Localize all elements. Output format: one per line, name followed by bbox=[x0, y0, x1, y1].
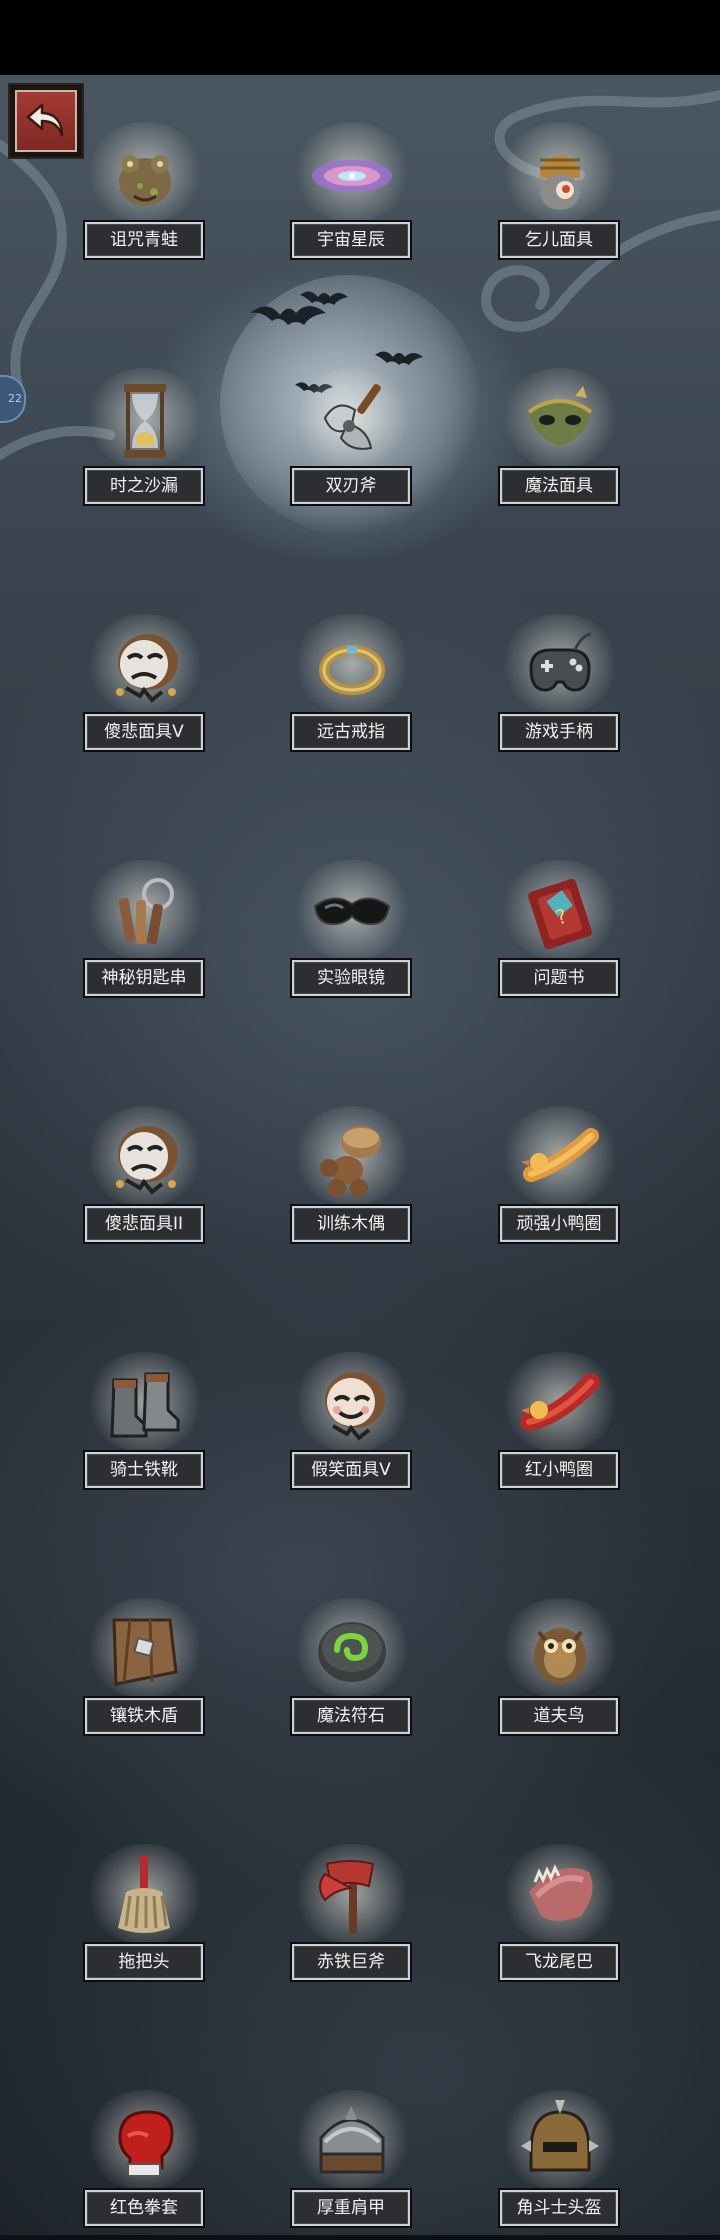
item-label: 骑士铁靴 bbox=[85, 1452, 203, 1488]
item-label: 角斗士头盔 bbox=[500, 2190, 618, 2226]
item-label: 问题书 bbox=[500, 960, 618, 996]
item-slot[interactable]: 远古戒指 bbox=[252, 614, 452, 764]
red-axe-icon bbox=[319, 1860, 375, 1934]
item-slot[interactable]: 时之沙漏 bbox=[45, 368, 245, 518]
double-axe-icon bbox=[323, 383, 381, 450]
item-label: 实验眼镜 bbox=[292, 960, 410, 996]
item-slot[interactable]: 神秘钥匙串 bbox=[45, 860, 245, 1010]
duck-ring-icon bbox=[521, 1128, 599, 1182]
item-slot[interactable]: 道夫鸟 bbox=[460, 1598, 660, 1748]
item-slot[interactable]: 红小鸭圈 bbox=[460, 1352, 660, 1502]
hourglass-icon bbox=[124, 384, 166, 458]
item-slot[interactable]: 傻悲面具V bbox=[45, 614, 245, 764]
gamepad-icon bbox=[529, 632, 592, 692]
item-slot[interactable]: ? 问题书 bbox=[460, 860, 660, 1010]
item-label: 拖把头 bbox=[85, 1944, 203, 1980]
dragon-tail-icon bbox=[529, 1864, 593, 1921]
item-slot[interactable]: 训练木偶 bbox=[252, 1106, 452, 1256]
item-label: 厚重肩甲 bbox=[292, 2190, 410, 2226]
item-label: 红小鸭圈 bbox=[500, 1452, 618, 1488]
item-slot[interactable]: 宇宙星辰 bbox=[252, 122, 452, 272]
item-slot[interactable]: 魔法面具 bbox=[460, 368, 660, 518]
goggles-icon bbox=[313, 897, 391, 926]
keychain-icon bbox=[118, 878, 174, 945]
item-label: 顽强小鸭圈 bbox=[500, 1206, 618, 1242]
item-label: 宇宙星辰 bbox=[292, 222, 410, 258]
magic-mask-icon bbox=[527, 386, 593, 446]
item-label: 假笑面具V bbox=[292, 1452, 410, 1488]
status-bar bbox=[0, 0, 720, 75]
item-slot[interactable]: 傻悲面具II bbox=[45, 1106, 245, 1256]
pauldron-icon bbox=[319, 2106, 385, 2174]
item-label: 远古戒指 bbox=[292, 714, 410, 750]
item-slot[interactable]: 实验眼镜 bbox=[252, 860, 452, 1010]
item-slot[interactable]: 拖把头 bbox=[45, 1844, 245, 1994]
item-slot[interactable]: 顽强小鸭圈 bbox=[460, 1106, 660, 1256]
gladiator-helmet-icon bbox=[521, 2100, 599, 2172]
mop-head-icon bbox=[118, 1856, 170, 1933]
item-slot[interactable]: 红色拳套 bbox=[45, 2090, 245, 2240]
item-label: 镶铁木盾 bbox=[85, 1698, 203, 1734]
sad-mask-icon bbox=[116, 634, 178, 703]
wooden-shield-icon bbox=[112, 1617, 178, 1686]
item-slot[interactable]: 假笑面具V bbox=[252, 1352, 452, 1502]
cursed-frog-icon bbox=[119, 155, 171, 206]
iron-boots-icon bbox=[110, 1372, 180, 1438]
item-label: 魔法符石 bbox=[292, 1698, 410, 1734]
item-label: 训练木偶 bbox=[292, 1206, 410, 1242]
item-slot[interactable]: 角斗士头盔 bbox=[460, 2090, 660, 2240]
beggar-mask-icon bbox=[540, 155, 580, 210]
item-slot[interactable]: 厚重肩甲 bbox=[252, 2090, 452, 2240]
item-slot[interactable]: 飞龙尾巴 bbox=[460, 1844, 660, 1994]
item-label: 傻悲面具V bbox=[85, 714, 203, 750]
item-slot[interactable]: 赤铁巨斧 bbox=[252, 1844, 452, 1994]
item-label: 赤铁巨斧 bbox=[292, 1944, 410, 1980]
owl-icon bbox=[534, 1628, 586, 1684]
item-slot[interactable]: 镶铁木盾 bbox=[45, 1598, 245, 1748]
galaxy-icon bbox=[312, 160, 392, 192]
red-duck-ring-icon bbox=[520, 1373, 600, 1431]
item-label: 魔法面具 bbox=[500, 468, 618, 504]
item-label: 红色拳套 bbox=[85, 2190, 203, 2226]
item-slot[interactable]: 魔法符石 bbox=[252, 1598, 452, 1748]
item-slot[interactable]: 诅咒青蛙 bbox=[45, 122, 245, 272]
item-label: 诅咒青蛙 bbox=[85, 222, 203, 258]
item-label: 时之沙漏 bbox=[85, 468, 203, 504]
ancient-ring-icon bbox=[319, 645, 385, 695]
rune-stone-icon bbox=[318, 1622, 386, 1682]
side-tab-label: 22 bbox=[8, 392, 22, 405]
item-slot[interactable]: 游戏手柄 bbox=[460, 614, 660, 764]
smile-mask-icon bbox=[325, 1372, 385, 1441]
item-slot[interactable]: 乞儿面具 bbox=[460, 122, 660, 272]
item-label: 道夫鸟 bbox=[500, 1698, 618, 1734]
training-dummy-icon bbox=[320, 1126, 381, 1197]
item-slot[interactable]: 双刃斧 bbox=[252, 368, 452, 518]
item-slot[interactable]: 骑士铁靴 bbox=[45, 1352, 245, 1502]
item-label: 游戏手柄 bbox=[500, 714, 618, 750]
item-label: 双刃斧 bbox=[292, 468, 410, 504]
item-label: 傻悲面具II bbox=[85, 1206, 203, 1242]
item-label: 神秘钥匙串 bbox=[85, 960, 203, 996]
sad-mask-icon bbox=[116, 1126, 178, 1195]
boxing-glove-icon bbox=[118, 2110, 174, 2177]
question-book-icon: ? bbox=[527, 878, 593, 950]
item-label: 乞儿面具 bbox=[500, 222, 618, 258]
item-label: 飞龙尾巴 bbox=[500, 1944, 618, 1980]
